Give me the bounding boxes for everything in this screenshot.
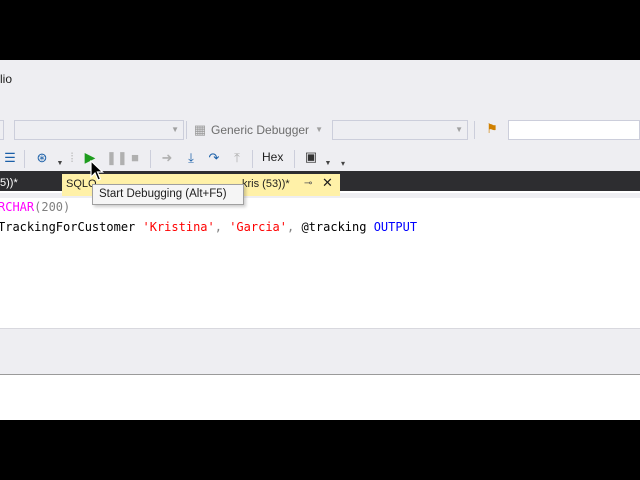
- overflow-icon[interactable]: ▾: [338, 156, 348, 172]
- tab-query-previous[interactable]: 5))*: [0, 173, 62, 193]
- chevron-down-icon: ▼: [171, 125, 179, 134]
- results-pane: [0, 375, 640, 420]
- window-title: lio: [0, 72, 13, 86]
- code-variable: @tracking: [301, 220, 374, 234]
- hex-toggle[interactable]: Hex: [262, 150, 283, 164]
- step-into-icon[interactable]: ⤓: [184, 150, 198, 166]
- toolbar-separator: [252, 150, 253, 168]
- grip-icon: ⁞: [70, 150, 74, 165]
- code-line: RCHAR(200): [0, 200, 70, 214]
- pause-icon[interactable]: ❚❚: [106, 150, 128, 166]
- tooltip: Start Debugging (Alt+F5): [92, 184, 244, 205]
- panel-divider: [0, 328, 640, 374]
- step-out-icon[interactable]: ⤒: [230, 150, 244, 166]
- chevron-down-icon[interactable]: ▼: [324, 156, 332, 172]
- find-icon[interactable]: ⚑: [484, 121, 500, 137]
- window-icon[interactable]: ▣: [302, 149, 320, 165]
- search-input[interactable]: [508, 120, 640, 140]
- code-string: 'Kristina': [142, 220, 215, 234]
- debugger-label: Generic Debugger: [211, 123, 310, 137]
- code-punct: ,: [214, 220, 230, 234]
- mouse-cursor-icon: [90, 160, 104, 181]
- debug-target-combo[interactable]: ▼: [332, 120, 468, 140]
- chevron-down-icon[interactable]: ▼: [56, 156, 64, 172]
- toolbar-separator: [294, 150, 295, 168]
- chevron-down-icon: ▼: [315, 125, 323, 134]
- debugger-combo[interactable]: ▦ Generic Debugger ▼: [190, 120, 328, 140]
- solution-config-combo[interactable]: ▼: [14, 120, 184, 140]
- pin-icon[interactable]: ⊸: [304, 174, 312, 194]
- code-string: 'Garcia': [229, 220, 287, 234]
- ide-window: lio ▼ ▦ Generic Debugger ▼ ▼ ⚑ ☰ ⊛ ▼ ⁞ ▶…: [0, 60, 640, 420]
- code-punct: ,: [287, 220, 302, 234]
- toolbar-separator: [150, 150, 151, 168]
- query-editor[interactable]: RCHAR(200) TrackingForCustomer 'Kristina…: [0, 198, 640, 330]
- code-args: (200): [34, 200, 71, 214]
- close-icon[interactable]: ✕: [322, 173, 333, 193]
- debugger-icon: ▦: [193, 122, 207, 137]
- stop-icon[interactable]: ■: [128, 150, 142, 166]
- code-type: RCHAR: [0, 200, 35, 214]
- code-line: TrackingForCustomer 'Kristina', 'Garcia'…: [0, 220, 417, 234]
- chevron-down-icon: ▼: [455, 125, 463, 134]
- tab-label-suffix: kris (53))*: [242, 178, 290, 190]
- indent-icon[interactable]: ☰: [0, 150, 20, 166]
- code-keyword: OUTPUT: [373, 220, 418, 234]
- toolbar-separator: [24, 150, 25, 168]
- toolbar-separator: [186, 121, 187, 139]
- parameter-icon[interactable]: ⊛: [32, 150, 52, 166]
- combo-partial-left[interactable]: [0, 120, 4, 140]
- code-proc: TrackingForCustomer: [0, 220, 143, 234]
- title-bar: lio: [0, 60, 640, 108]
- show-next-statement-icon[interactable]: ➜: [160, 150, 174, 166]
- toolbar-separator: [474, 121, 475, 139]
- step-over-icon[interactable]: ↷: [206, 150, 222, 166]
